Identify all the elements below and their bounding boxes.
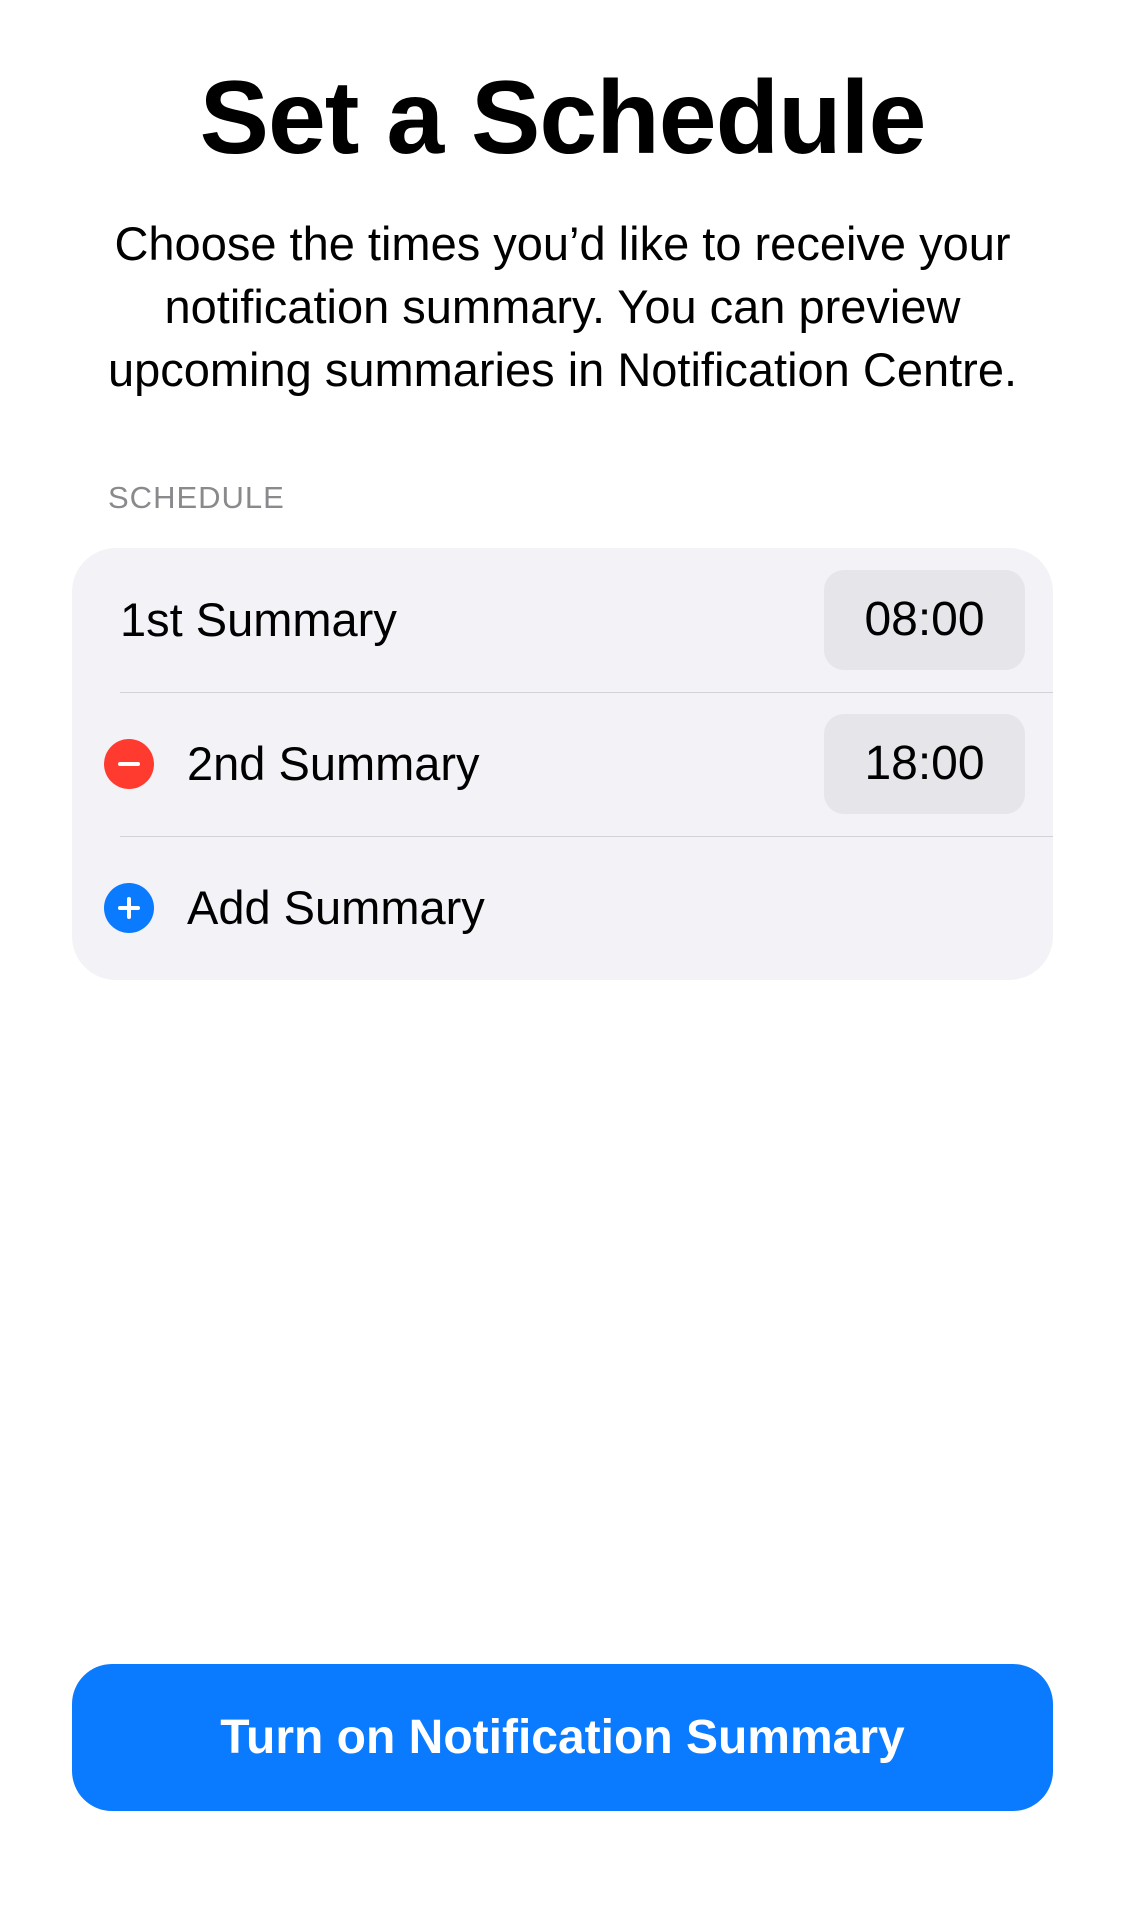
add-circle-icon[interactable]	[104, 883, 154, 933]
summary-row-1: 1st Summary 08:00	[72, 548, 1053, 692]
add-summary-row[interactable]: Add Summary	[72, 836, 1053, 980]
add-summary-label[interactable]: Add Summary	[187, 836, 485, 980]
schedule-section-header: SCHEDULE	[108, 480, 285, 515]
remove-circle-icon[interactable]	[104, 739, 154, 789]
summary-row-2: 2nd Summary 18:00	[72, 692, 1053, 836]
turn-on-notification-summary-button[interactable]: Turn on Notification Summary	[72, 1664, 1053, 1811]
summary-row-2-label: 2nd Summary	[187, 737, 480, 790]
page-title: Set a Schedule	[199, 60, 927, 176]
page-description: Choose the times you’d like to receive y…	[107, 217, 1018, 396]
summary-2-time-picker[interactable]: 18:00	[824, 714, 1025, 814]
summary-row-1-label: 1st Summary	[120, 593, 397, 646]
schedule-screen: Set a Schedule Choose the times you’d li…	[0, 0, 1125, 1906]
summary-1-time-picker[interactable]: 08:00	[824, 570, 1025, 670]
schedule-card: 1st Summary 08:00 2nd Summary 18:00 Add …	[72, 548, 1053, 980]
